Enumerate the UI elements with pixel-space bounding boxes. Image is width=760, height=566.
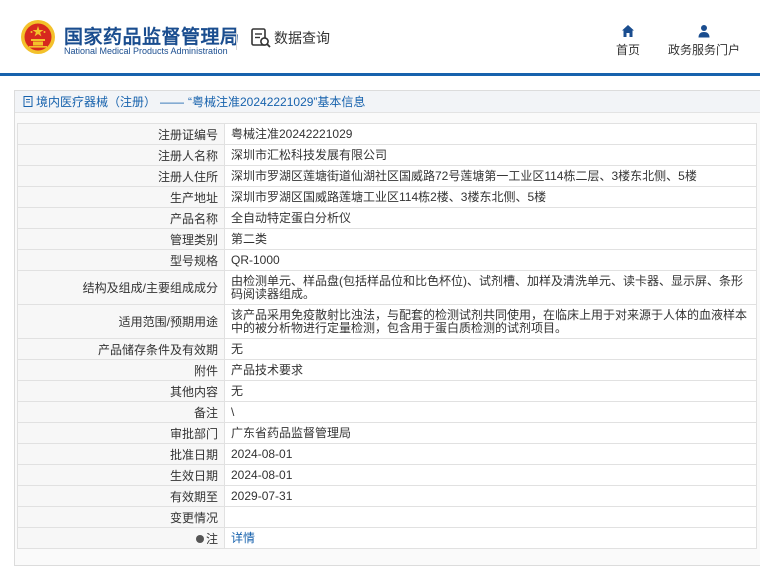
- home-icon: [622, 25, 634, 37]
- field-value: 深圳市罗湖区莲塘街道仙湖社区国威路72号莲塘第一工业区114栋二层、3楼东北侧、…: [224, 165, 757, 187]
- field-label: 其他内容: [17, 380, 225, 402]
- field-value: 无: [224, 380, 757, 402]
- nav-home-label: 首页: [615, 43, 640, 57]
- registration-info-table: 注册证编号 粤械注准20242221029 注册人名称 深圳市汇松科技发展有限公…: [17, 123, 757, 549]
- field-label: 注册人名称: [17, 144, 225, 166]
- table-row: 生产地址 深圳市罗湖区国威路莲塘工业区114栋2楼、3楼东北侧、5楼: [17, 186, 757, 208]
- nav-portal-label: 政务服务门户: [667, 43, 740, 57]
- field-label: 管理类别: [17, 228, 225, 250]
- field-value: \: [224, 401, 757, 423]
- table-row: 注册人名称 深圳市汇松科技发展有限公司: [17, 144, 757, 166]
- field-value: 详情: [224, 527, 757, 549]
- field-label: 变更情况: [17, 506, 225, 528]
- field-value: 粤械注准20242221029: [224, 123, 757, 145]
- table-row: 有效期至 2029-07-31: [17, 485, 757, 507]
- field-label: 生产地址: [17, 186, 225, 208]
- field-value: 无: [224, 338, 757, 360]
- table-row: 管理类别 第二类: [17, 228, 757, 250]
- table-row: 适用范围/预期用途 该产品采用免疫散射比浊法，与配套的检测试剂共同使用，在临床上…: [17, 304, 757, 339]
- national-emblem-icon: [21, 20, 55, 54]
- field-label: 附件: [17, 359, 225, 381]
- field-label: 适用范围/预期用途: [17, 304, 225, 339]
- data-query-label: 数据查询: [274, 30, 330, 46]
- document-icon: [23, 96, 33, 107]
- table-row: 结构及组成/主要组成成分 由检测单元、样品盘(包括样品位和比色杯位)、试剂槽、加…: [17, 270, 757, 305]
- table-row: 批准日期 2024-08-01: [17, 443, 757, 465]
- field-value: 2024-08-01: [224, 443, 757, 465]
- table-row: 型号规格 QR-1000: [17, 249, 757, 271]
- field-label: 生效日期: [17, 464, 225, 486]
- dot-icon: [195, 535, 204, 544]
- table-row: 注册证编号 粤械注准20242221029: [17, 123, 757, 145]
- header-divider: [236, 28, 237, 50]
- field-value: [224, 506, 757, 528]
- field-label: 型号规格: [17, 249, 225, 271]
- field-value: QR-1000: [224, 249, 757, 271]
- note-label-cell: 注: [17, 527, 225, 549]
- user-icon: [698, 25, 710, 38]
- field-label: 产品储存条件及有效期: [17, 338, 225, 360]
- table-row: 注册人住所 深圳市罗湖区莲塘街道仙湖社区国威路72号莲塘第一工业区114栋二层、…: [17, 165, 757, 187]
- field-label: 注册人住所: [17, 165, 225, 187]
- breadcrumb-title: “粤械注准20242221029”基本信息: [188, 94, 366, 109]
- agency-name-cn: 国家药品监督管理局: [64, 27, 240, 48]
- field-label: 批准日期: [17, 443, 225, 465]
- nav-home[interactable]: 首页: [608, 24, 648, 58]
- field-label: 有效期至: [17, 485, 225, 507]
- field-value: 深圳市罗湖区国威路莲塘工业区114栋2楼、3楼东北侧、5楼: [224, 186, 757, 208]
- field-label: 注册证编号: [17, 123, 225, 145]
- breadcrumb-section[interactable]: 境内医疗器械（注册）: [36, 91, 156, 113]
- table-row: 备注 \: [17, 401, 757, 423]
- data-query-link[interactable]: 数据查询: [250, 27, 330, 49]
- table-row: 审批部门 广东省药品监督管理局: [17, 422, 757, 444]
- nav-service-portal[interactable]: 政务服务门户: [664, 24, 744, 58]
- field-value: 2029-07-31: [224, 485, 757, 507]
- field-label: 产品名称: [17, 207, 225, 229]
- field-value: 2024-08-01: [224, 464, 757, 486]
- field-label: 结构及组成/主要组成成分: [17, 270, 225, 305]
- field-value: 第二类: [224, 228, 757, 250]
- agency-name-en: National Medical Products Administration: [64, 46, 228, 56]
- details-link[interactable]: 详情: [231, 531, 255, 545]
- field-value: 全自动特定蛋白分析仪: [224, 207, 757, 229]
- field-value: 该产品采用免疫散射比浊法，与配套的检测试剂共同使用，在临床上用于对来源于人体的血…: [224, 304, 757, 339]
- detail-panel: 境内医疗器械（注册） —— “粤械注准20242221029”基本信息 注册证编…: [14, 90, 760, 566]
- breadcrumb-separator: ——: [160, 94, 185, 109]
- site-header: 国家药品监督管理局 National Medical Products Admi…: [0, 0, 760, 76]
- table-row: 产品储存条件及有效期 无: [17, 338, 757, 360]
- field-value: 由检测单元、样品盘(包括样品位和比色杯位)、试剂槽、加样及清洗单元、读卡器、显示…: [224, 270, 757, 305]
- field-label: 备注: [17, 401, 225, 423]
- field-label: 注: [205, 531, 218, 546]
- breadcrumb: 境内医疗器械（注册） —— “粤械注准20242221029”基本信息: [15, 91, 760, 113]
- table-row: 注 详情: [17, 527, 757, 549]
- table-row: 变更情况: [17, 506, 757, 528]
- data-query-icon: [251, 28, 271, 48]
- field-value: 产品技术要求: [224, 359, 757, 381]
- field-value: 深圳市汇松科技发展有限公司: [224, 144, 757, 166]
- table-row: 产品名称 全自动特定蛋白分析仪: [17, 207, 757, 229]
- table-row: 其他内容 无: [17, 380, 757, 402]
- field-label: 审批部门: [17, 422, 225, 444]
- table-row: 附件 产品技术要求: [17, 359, 757, 381]
- table-row: 生效日期 2024-08-01: [17, 464, 757, 486]
- field-value: 广东省药品监督管理局: [224, 422, 757, 444]
